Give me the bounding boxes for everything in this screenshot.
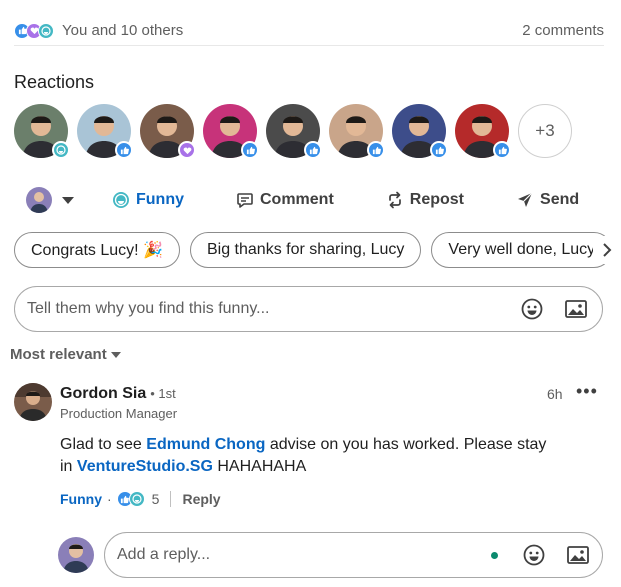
chevron-right-icon[interactable] (593, 236, 621, 264)
avatar (58, 537, 94, 573)
reply-input-placeholder: Add a reply... (117, 546, 211, 563)
mention-link[interactable]: VentureStudio.SG (77, 458, 213, 475)
comment-author-name[interactable]: Gordon Sia (60, 385, 146, 403)
like-icon (304, 141, 322, 159)
repost-label: Repost (409, 191, 465, 208)
reactor-avatar[interactable] (77, 104, 133, 159)
reactions-heading: Reactions (14, 72, 95, 92)
funny-icon (112, 191, 130, 209)
sort-label: Most relevant (10, 346, 107, 363)
more-options-icon[interactable]: ••• (576, 381, 598, 402)
divider (170, 491, 172, 507)
status-dot (491, 551, 498, 559)
funny-icon (128, 491, 145, 507)
reactor-avatar[interactable] (329, 104, 385, 159)
actor-switcher[interactable] (26, 187, 112, 213)
reply-composer: Add a reply... (58, 532, 603, 578)
funny-label: Funny (136, 191, 184, 208)
separator-dot: · (107, 491, 112, 507)
send-button[interactable]: Send (516, 191, 579, 209)
support-icon (178, 141, 196, 159)
send-label: Send (540, 191, 580, 208)
emoji-icon[interactable] (518, 295, 546, 323)
comment-react-button[interactable]: Funny (60, 491, 102, 507)
comment-reaction-count[interactable]: 5 (152, 491, 160, 507)
comment-input[interactable]: Tell them why you find this funny... (14, 286, 603, 332)
send-icon (516, 191, 534, 209)
suggestion-chip[interactable]: Very well done, Lucy (431, 232, 613, 268)
image-icon[interactable] (562, 295, 590, 323)
like-icon (241, 141, 259, 159)
reaction-icon-stack (14, 22, 54, 39)
comment-sort-dropdown[interactable]: Most relevant (10, 346, 121, 363)
reactor-avatar[interactable] (266, 104, 322, 159)
comment-text: Glad to see Edmund Chong advise on you h… (60, 434, 560, 478)
comment-author-line: Gordon Sia • 1st (60, 385, 176, 403)
emoji-icon[interactable] (520, 541, 548, 569)
post-action-bar: Funny Comment Repost Send (26, 184, 606, 216)
funny-reaction-button[interactable]: Funny (112, 191, 184, 209)
comment-text-segment: HAHAHAHA (212, 458, 307, 475)
repost-icon (386, 191, 404, 209)
chevron-down-icon (62, 196, 74, 204)
reactions-summary[interactable]: You and 10 others (14, 22, 183, 39)
suggestion-chip[interactable]: Congrats Lucy! 🎉 (14, 232, 180, 268)
funny-icon (38, 22, 54, 39)
more-reactors-button[interactable]: +3 (518, 104, 572, 158)
suggested-comments: Congrats Lucy! 🎉 Big thanks for sharing,… (14, 232, 621, 268)
caret-down-icon (110, 351, 121, 358)
like-icon (367, 141, 385, 159)
avatar (26, 187, 52, 213)
social-counts-bar: You and 10 others 2 comments (14, 20, 604, 46)
reply-button[interactable]: Reply (182, 491, 220, 507)
image-icon[interactable] (564, 541, 592, 569)
reactor-avatar[interactable] (392, 104, 448, 159)
avatar[interactable] (14, 383, 52, 421)
like-icon (430, 141, 448, 159)
comment-label: Comment (260, 191, 334, 208)
comment-text-segment: Glad to see (60, 436, 147, 453)
comment-button[interactable]: Comment (236, 191, 334, 209)
comment-icon (236, 191, 254, 209)
comments-count-link[interactable]: 2 comments (522, 22, 604, 39)
reactor-avatar[interactable] (455, 104, 511, 159)
reply-input[interactable]: Add a reply... (104, 532, 603, 578)
comment-reaction-icons[interactable] (116, 491, 145, 507)
comment-timestamp: 6h (547, 386, 563, 402)
reactions-count-text[interactable]: You and 10 others (62, 22, 183, 39)
reactor-avatar[interactable] (140, 104, 196, 159)
mention-link[interactable]: Edmund Chong (146, 436, 265, 453)
comment-actions: Funny · 5 Reply (60, 491, 221, 507)
like-icon (115, 141, 133, 159)
reactors-list: +3 (14, 104, 572, 159)
repost-button[interactable]: Repost (386, 191, 464, 209)
reactor-avatar[interactable] (203, 104, 259, 159)
reactor-avatar[interactable] (14, 104, 70, 159)
connection-degree: • 1st (150, 386, 176, 401)
suggestion-chip[interactable]: Big thanks for sharing, Lucy (189, 232, 422, 268)
like-icon (493, 141, 511, 159)
funny-icon (52, 141, 70, 159)
comment-input-placeholder: Tell them why you find this funny... (27, 300, 270, 317)
comment-author-headline: Production Manager (60, 406, 178, 421)
